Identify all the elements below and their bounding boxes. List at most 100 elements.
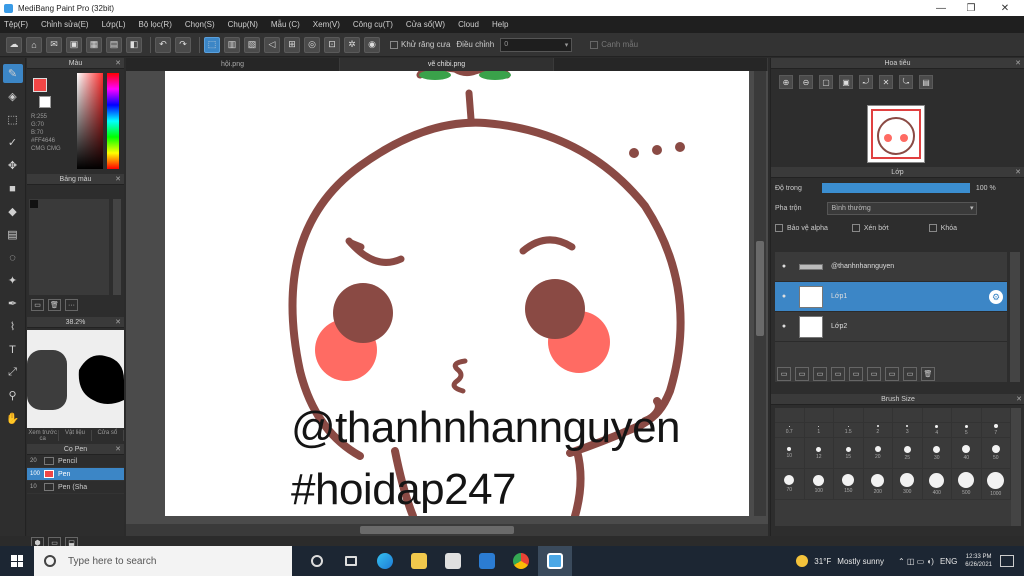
brush-item-pen-shading[interactable]: 10 Pen (Sha — [27, 481, 124, 494]
home-icon[interactable]: ⌂ — [26, 36, 42, 53]
palette-color-chip[interactable] — [30, 200, 38, 208]
fit-icon[interactable]: ▢ — [819, 75, 833, 89]
close-icon[interactable]: ✕ — [115, 445, 121, 453]
foreground-color-swatch[interactable] — [33, 78, 47, 92]
new-1bit-layer-icon[interactable]: ▭ — [831, 367, 845, 381]
brush-size-option[interactable]: 20 — [863, 438, 893, 469]
cortana-icon[interactable] — [300, 546, 334, 576]
antialias-checkbox[interactable] — [390, 40, 398, 49]
start-button[interactable] — [0, 546, 34, 576]
new-layer-icon[interactable]: ▭ — [777, 367, 791, 381]
crop-icon[interactable]: ⊞ — [284, 36, 300, 53]
taskbar-search[interactable]: Type here to search — [34, 546, 292, 576]
menu-edit[interactable]: Chỉnh sửa(E) — [41, 20, 89, 29]
menu-capture[interactable]: Chụp(N) — [228, 20, 258, 29]
more-icon[interactable]: ··· — [65, 299, 78, 311]
cloud-icon[interactable]: ☁ — [6, 36, 22, 53]
brush-size-option[interactable] — [863, 408, 893, 423]
brush-size-option[interactable]: 300 — [893, 469, 923, 500]
menu-view[interactable]: Xem(V) — [313, 20, 340, 29]
gradient-tool-icon[interactable]: ▤ — [3, 225, 23, 244]
menu-file[interactable]: Tệp(F) — [4, 20, 28, 29]
weather-desc[interactable]: Mostly sunny — [837, 557, 884, 566]
lasso-tool-icon[interactable]: ◌ — [3, 248, 23, 267]
check-tool-icon[interactable]: ✓ — [3, 133, 23, 152]
protect-alpha-checkbox[interactable] — [775, 224, 783, 232]
store-icon[interactable] — [436, 546, 470, 576]
clipping-checkbox[interactable] — [851, 224, 860, 232]
brush-item-pen[interactable]: 100 Pen — [27, 468, 124, 481]
chat-icon[interactable]: ✉ — [46, 36, 62, 53]
palette-scrollbar[interactable] — [113, 199, 121, 295]
layer-row[interactable]: ● Lớp1 ⚙ — [775, 282, 1007, 312]
brush-size-option[interactable]: 150 — [834, 469, 864, 500]
menu-select[interactable]: Chọn(S) — [185, 20, 215, 29]
layer-row[interactable]: ● @thanhnhannguyen — [775, 252, 1007, 282]
rotate-left-icon[interactable]: ⤾ — [859, 75, 873, 89]
background-color-swatch[interactable] — [39, 96, 51, 108]
rotate-right-icon[interactable]: ⤿ — [899, 75, 913, 89]
undo-icon[interactable]: ↶ — [155, 36, 171, 53]
notification-icon[interactable] — [1000, 555, 1014, 567]
brush-size-option[interactable]: 1 — [804, 423, 834, 438]
navigator-thumbnail[interactable] — [867, 105, 925, 163]
brush-size-option[interactable] — [981, 408, 1011, 423]
blend-mode-select[interactable]: Bình thường ▾ — [827, 201, 978, 215]
layer-row[interactable]: ● Lớp2 — [775, 312, 1007, 342]
add-palette-icon[interactable]: ▭ — [31, 299, 44, 311]
medibang-taskbar-icon[interactable] — [538, 546, 572, 576]
reset-icon[interactable]: ✕ — [879, 75, 893, 89]
brush-size-option[interactable] — [804, 408, 834, 423]
deselect-icon[interactable]: ▥ — [224, 36, 240, 53]
text-tool-icon[interactable]: T — [3, 340, 23, 359]
brush-tool-icon[interactable]: ✎ — [2, 64, 23, 83]
eraser-tool-icon[interactable]: ◈ — [3, 87, 23, 106]
brush-size-option[interactable] — [922, 408, 952, 423]
redo-icon[interactable]: ↷ — [175, 36, 191, 53]
visibility-icon[interactable]: ● — [775, 263, 793, 270]
tray-icons[interactable]: ⌃ ◫ ▭ ◖) — [898, 557, 934, 566]
menu-layer[interactable]: Lớp(L) — [102, 20, 126, 29]
weather-temp[interactable]: 31°F — [814, 557, 831, 566]
dropper-tool-icon[interactable]: ⌇ — [3, 317, 23, 336]
brush-size-option[interactable]: 50 — [981, 438, 1011, 469]
brush-size-option[interactable]: 500 — [952, 469, 982, 500]
merge-layer-icon[interactable]: ▭ — [885, 367, 899, 381]
mail-icon[interactable] — [470, 546, 504, 576]
scroll-thumb[interactable] — [756, 241, 764, 336]
lock-checkbox[interactable] — [928, 224, 937, 232]
panel-icon[interactable]: ◧ — [126, 36, 142, 53]
zoom-out-icon[interactable]: ⊖ — [799, 75, 813, 89]
pen-tool-icon[interactable]: ✒ — [3, 294, 23, 313]
actual-size-icon[interactable]: ▣ — [839, 75, 853, 89]
target-icon[interactable]: ◉ — [364, 36, 380, 53]
fill-rect-tool-icon[interactable]: ■ — [3, 179, 23, 198]
brush-size-option[interactable]: 400 — [922, 469, 952, 500]
grid-icon[interactable]: ▦ — [86, 36, 102, 53]
layers-scrollbar[interactable] — [1010, 252, 1020, 382]
brush-size-option[interactable]: 12 — [804, 438, 834, 469]
brush-size-option[interactable]: 70 — [775, 469, 805, 500]
visibility-icon[interactable]: ● — [775, 293, 793, 300]
canvas-horizontal-scrollbar[interactable] — [126, 524, 768, 536]
invert-selection-icon[interactable]: ▧ — [244, 36, 260, 53]
tab-ve-chibi[interactable]: vẽ chibi.png — [340, 58, 554, 71]
palette-area[interactable] — [29, 199, 109, 295]
tab-empty[interactable] — [554, 58, 768, 71]
close-icon[interactable]: ✕ — [1016, 395, 1022, 403]
transform-tool-icon[interactable]: ⤢ — [3, 363, 23, 382]
tab-window[interactable]: Cửa sổ — [92, 430, 124, 441]
magic-wand-tool-icon[interactable]: ✦ — [3, 271, 23, 290]
minimize-button[interactable]: — — [926, 0, 956, 16]
page-icon[interactable]: ▤ — [106, 36, 122, 53]
brush-size-option[interactable] — [775, 408, 805, 423]
chrome-icon[interactable] — [504, 546, 538, 576]
brush-size-option[interactable]: 15 — [834, 438, 864, 469]
move-tool-icon[interactable]: ✥ — [3, 156, 23, 175]
brush-size-option[interactable]: 100 — [804, 469, 834, 500]
bucket-tool-icon[interactable]: ◆ — [3, 202, 23, 221]
brush-size-option[interactable]: 25 — [893, 438, 923, 469]
brush-size-option[interactable]: 1.5 — [834, 423, 864, 438]
zoom-in-icon[interactable]: ⊕ — [779, 75, 793, 89]
hue-slider[interactable] — [107, 73, 119, 169]
